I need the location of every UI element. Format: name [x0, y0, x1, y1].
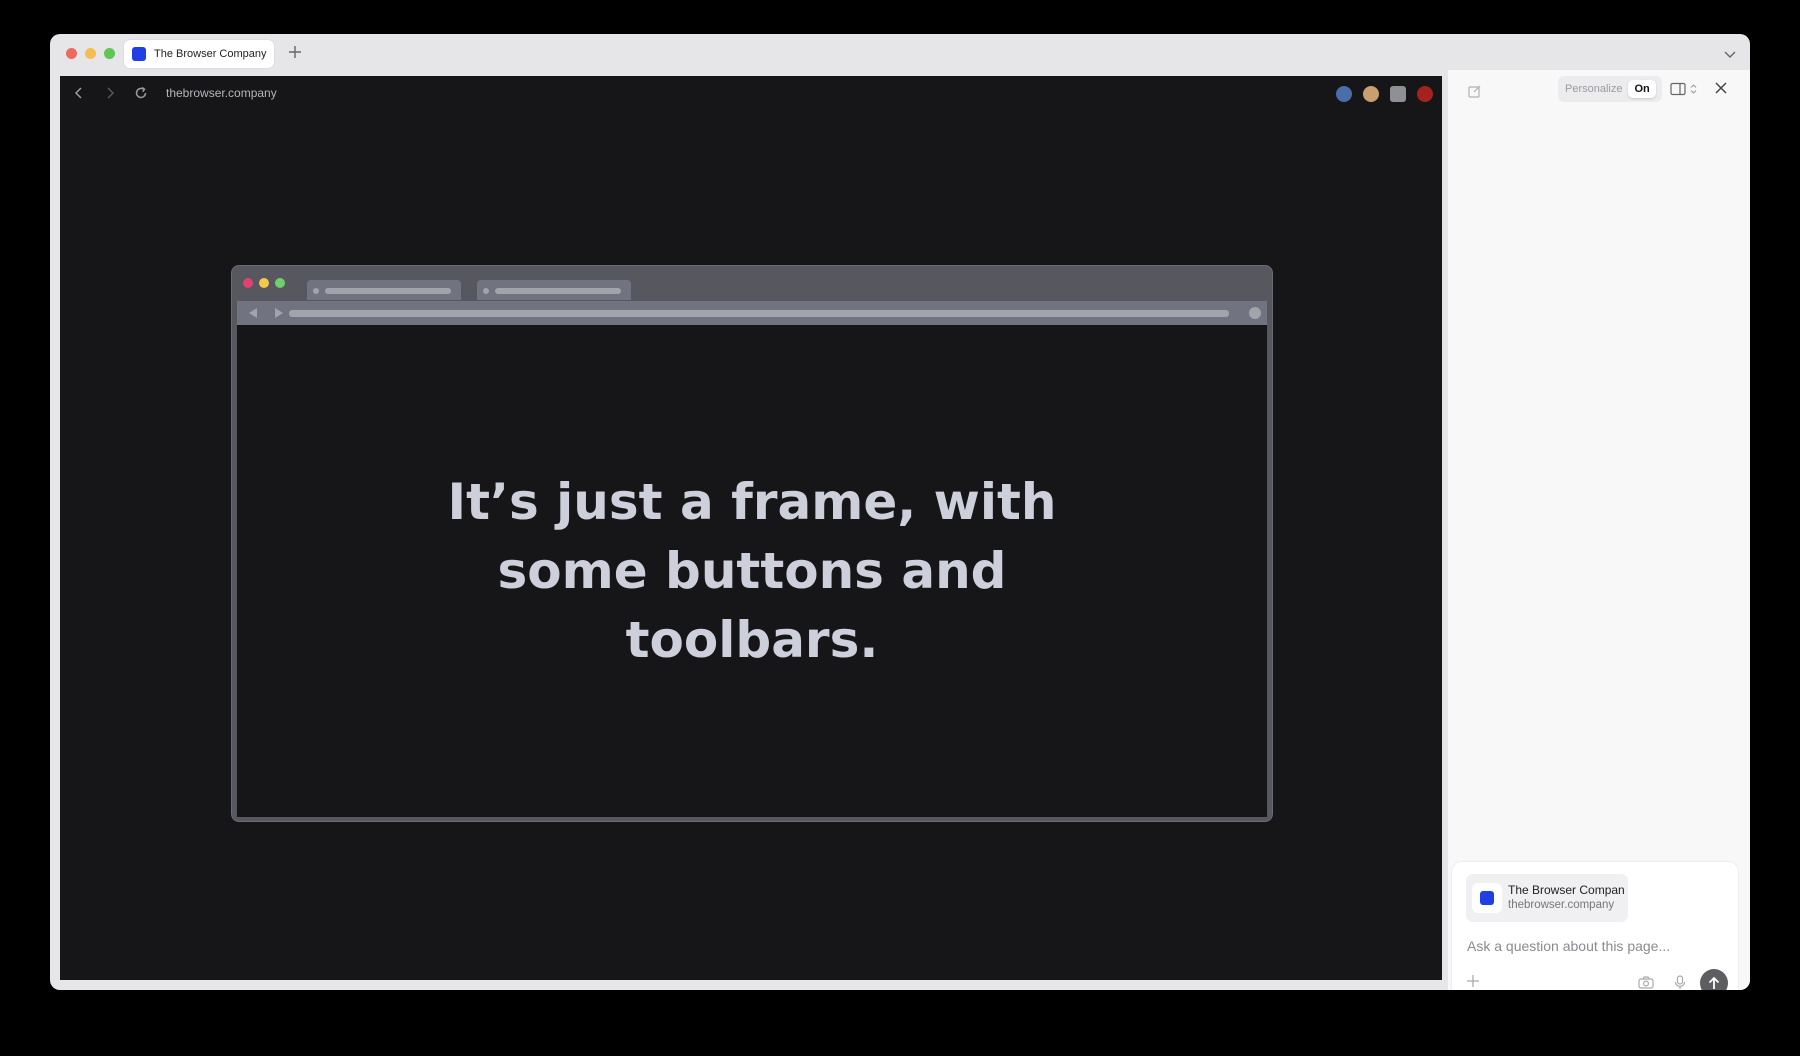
mock-toolbar [237, 301, 1267, 325]
page-context-chip[interactable]: The Browser Company thebrowser.company [1466, 874, 1628, 922]
voice-input-button[interactable] [1674, 975, 1686, 990]
context-title: The Browser Company [1508, 883, 1624, 897]
chip-favicon-icon [1480, 891, 1494, 905]
attach-button[interactable] [1466, 974, 1480, 990]
microphone-icon [1674, 975, 1686, 989]
personalize-state[interactable]: On [1628, 80, 1656, 98]
arrow-up-icon [1708, 976, 1720, 989]
chip-favicon-container [1472, 883, 1502, 913]
web-content: thebrowser.company It’s just a frame, wi… [60, 76, 1442, 980]
navigation-bar: thebrowser.company [60, 76, 1442, 110]
browser-window: The Browser Company thebrowser.company I… [50, 34, 1750, 990]
mock-url-bar [289, 310, 1229, 317]
bookmark-extension-icon[interactable] [1390, 86, 1406, 102]
browser-frame-illustration: It’s just a frame, with some buttons and… [231, 265, 1273, 822]
mock-tab-2 [477, 280, 631, 300]
screenshot-button[interactable] [1638, 976, 1654, 990]
tab-favicon-icon [132, 47, 146, 61]
reload-icon [135, 86, 147, 99]
compose-icon [1468, 85, 1481, 98]
plus-icon [1467, 975, 1479, 987]
sidebar-layout-icon [1670, 82, 1697, 96]
mock-tab-1 [307, 280, 461, 300]
vpn-extension-icon[interactable] [1336, 86, 1352, 102]
avatar-extension-icon[interactable] [1363, 86, 1379, 102]
chevron-right-icon [107, 87, 115, 99]
personalize-toggle[interactable]: Personalize On [1558, 76, 1662, 102]
url-field[interactable]: thebrowser.company [166, 86, 277, 100]
zoom-window-button[interactable] [104, 48, 115, 59]
ai-side-panel: Personalize On The Browser Company thebr… [1448, 70, 1750, 990]
mock-back-icon [249, 308, 257, 318]
mock-forward-icon [275, 308, 283, 318]
tabs-menu-button[interactable] [1724, 46, 1736, 64]
mock-page-body: It’s just a frame, with some buttons and… [237, 325, 1267, 817]
close-panel-button[interactable] [1714, 81, 1728, 100]
close-window-button[interactable] [66, 48, 77, 59]
ask-box: The Browser Company thebrowser.company [1452, 862, 1738, 990]
forward-button[interactable] [103, 86, 117, 105]
minimize-window-button[interactable] [85, 48, 96, 59]
page-headline: It’s just a frame, with some buttons and… [447, 472, 1057, 669]
chevron-left-icon [74, 87, 82, 99]
context-url: thebrowser.company [1508, 899, 1615, 911]
close-icon [1715, 82, 1727, 94]
mock-green-dot [275, 278, 285, 288]
ublock-extension-icon[interactable] [1417, 86, 1433, 102]
chevron-down-icon [1724, 51, 1736, 58]
traffic-lights [66, 48, 115, 59]
new-chat-button[interactable] [1468, 84, 1482, 103]
mock-menu-dot [1249, 307, 1261, 319]
mock-red-dot [243, 278, 253, 288]
new-tab-button[interactable] [288, 43, 302, 63]
ask-question-input[interactable] [1467, 938, 1723, 954]
personalize-label: Personalize [1565, 83, 1623, 95]
camera-icon [1638, 976, 1654, 989]
title-bar: The Browser Company [50, 34, 1750, 72]
send-button[interactable] [1700, 969, 1728, 990]
tab-the-browser-company[interactable]: The Browser Company [124, 40, 274, 68]
mock-yellow-dot [259, 278, 269, 288]
panel-layout-button[interactable] [1670, 82, 1700, 101]
plus-icon [289, 46, 301, 58]
back-button[interactable] [72, 86, 86, 105]
reload-button[interactable] [134, 86, 148, 105]
tab-title: The Browser Company [154, 48, 267, 60]
